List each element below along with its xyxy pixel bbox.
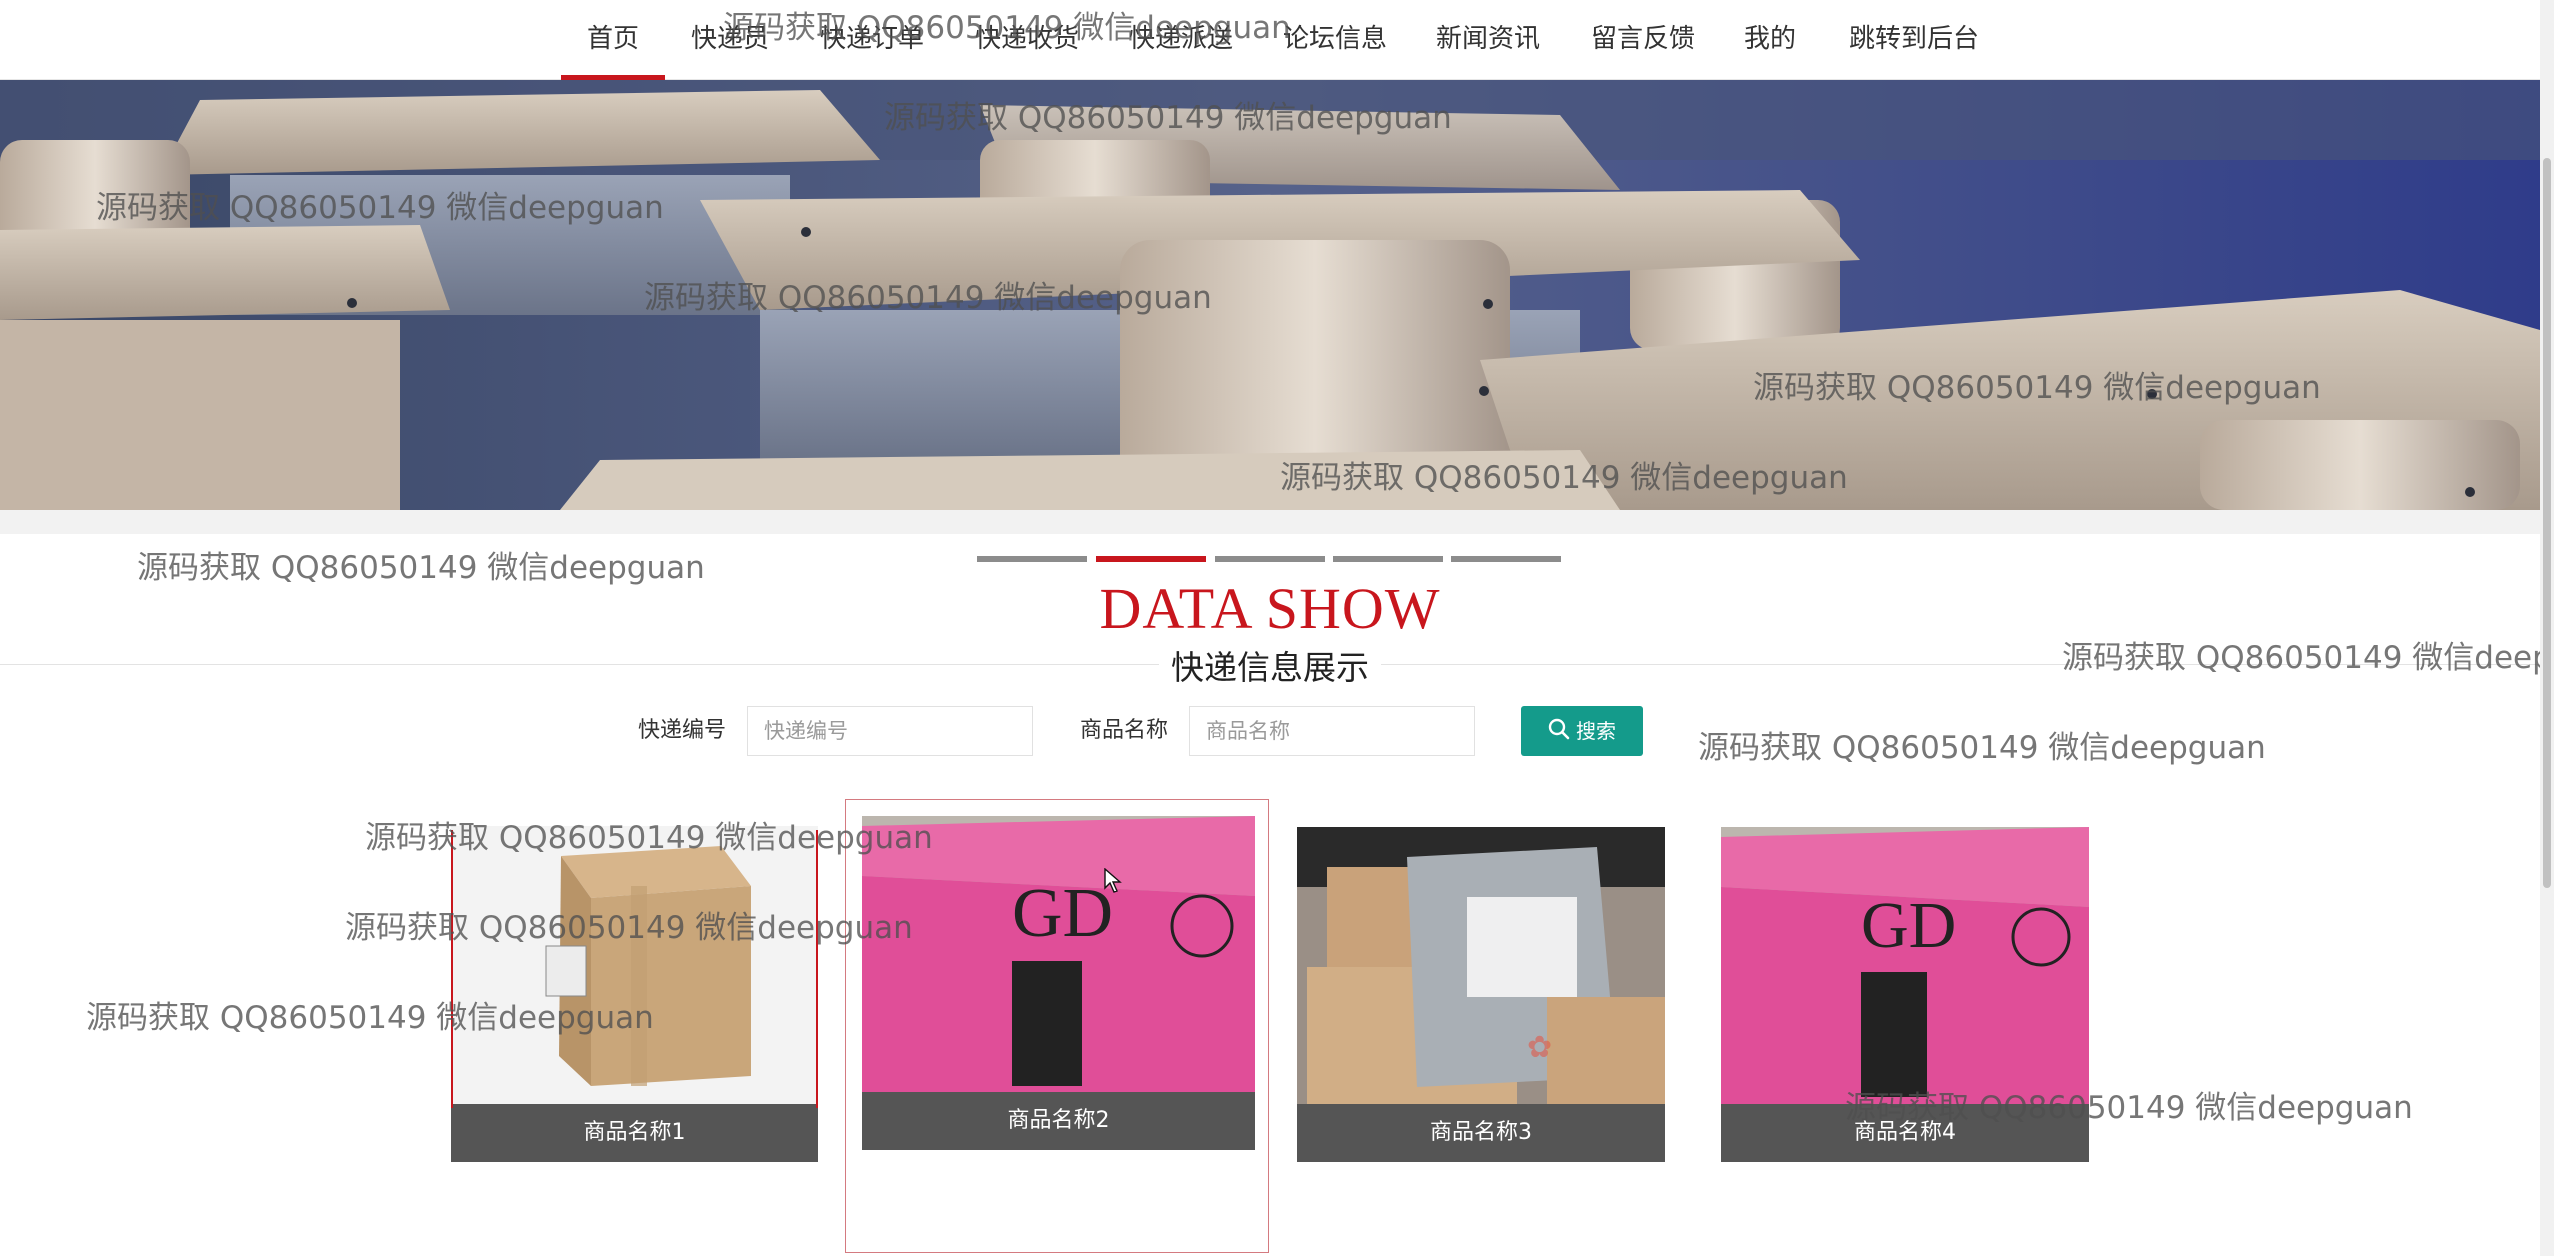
section-title-cn: 快递信息展示 — [0, 641, 2540, 689]
watermark: 源码获取 QQ86050149 微信deepguan — [1698, 730, 2266, 766]
nav-item-courier[interactable]: 快递员 — [691, 0, 769, 80]
product-name-label: 商品名称 — [1080, 718, 1169, 743]
product-card-4[interactable]: GD 商品名称4 — [1721, 827, 2089, 1162]
page-scrollbar[interactable] — [2540, 0, 2554, 1256]
pink-box-image: GD — [862, 816, 1255, 1092]
express-no-label: 快递编号 — [638, 718, 727, 743]
banner-carousel[interactable] — [0, 80, 2540, 510]
section-title-en: DATA SHOW — [1099, 576, 1441, 641]
cardboard-box-image — [451, 826, 818, 1104]
product-card-3[interactable]: ✿ 商品名称3 — [1297, 827, 1665, 1162]
carousel-dot-5[interactable] — [1451, 556, 1561, 562]
search-button[interactable]: 搜索 — [1521, 706, 1643, 756]
nav-item-admin[interactable]: 跳转到后台 — [1849, 0, 1979, 80]
product-name-2: 商品名称2 — [862, 1092, 1255, 1150]
svg-text:✿: ✿ — [1527, 1030, 1552, 1065]
product-card-1[interactable]: 商品名称1 — [451, 826, 818, 1162]
svg-text:GD: GD — [1861, 889, 1956, 962]
svg-text:GD: GD — [1012, 875, 1113, 952]
banner-image — [0, 80, 2540, 510]
mouse-cursor-icon — [1104, 867, 1122, 898]
nav-item-forum[interactable]: 论坛信息 — [1283, 0, 1387, 80]
product-name-input[interactable] — [1189, 706, 1475, 756]
product-image-1 — [451, 826, 818, 1104]
nav-item-orders[interactable]: 快递订单 — [820, 0, 924, 80]
product-card-2[interactable]: GD 商品名称2 — [862, 816, 1255, 1150]
parcels-image: ✿ — [1297, 827, 1665, 1104]
search-icon — [1548, 708, 1570, 758]
nav-item-delivery[interactable]: 快递派送 — [1129, 0, 1233, 80]
product-name-4: 商品名称4 — [1721, 1104, 2089, 1162]
express-no-input[interactable] — [747, 706, 1033, 756]
nav-item-feedback[interactable]: 留言反馈 — [1591, 0, 1695, 80]
scrollbar-thumb[interactable] — [2543, 158, 2551, 888]
nav-item-mine[interactable]: 我的 — [1744, 0, 1796, 80]
product-image-2: GD — [862, 816, 1255, 1092]
product-image-4: GD — [1721, 827, 2089, 1104]
product-name-1: 商品名称1 — [451, 1104, 818, 1162]
carousel-dot-1[interactable] — [977, 556, 1087, 562]
product-name-3: 商品名称3 — [1297, 1104, 1665, 1162]
nav-item-home[interactable]: 首页 — [561, 0, 666, 80]
pink-box-image: GD — [1721, 827, 2089, 1104]
product-image-3: ✿ — [1297, 827, 1665, 1104]
banner-footer-strip — [0, 510, 2540, 534]
search-button-label: 搜索 — [1576, 719, 1616, 743]
carousel-dot-4[interactable] — [1333, 556, 1443, 562]
nav-item-receive[interactable]: 快递收货 — [975, 0, 1079, 80]
page: 首页 快递员 快递订单 快递收货 快递派送 论坛信息 新闻资讯 留言反馈 我的 … — [0, 0, 2554, 1256]
nav-item-news[interactable]: 新闻资讯 — [1436, 0, 1540, 80]
carousel-dot-3[interactable] — [1215, 556, 1325, 562]
top-nav: 首页 快递员 快递订单 快递收货 快递派送 论坛信息 新闻资讯 留言反馈 我的 … — [0, 0, 2540, 80]
carousel-dot-2[interactable] — [1096, 556, 1206, 562]
